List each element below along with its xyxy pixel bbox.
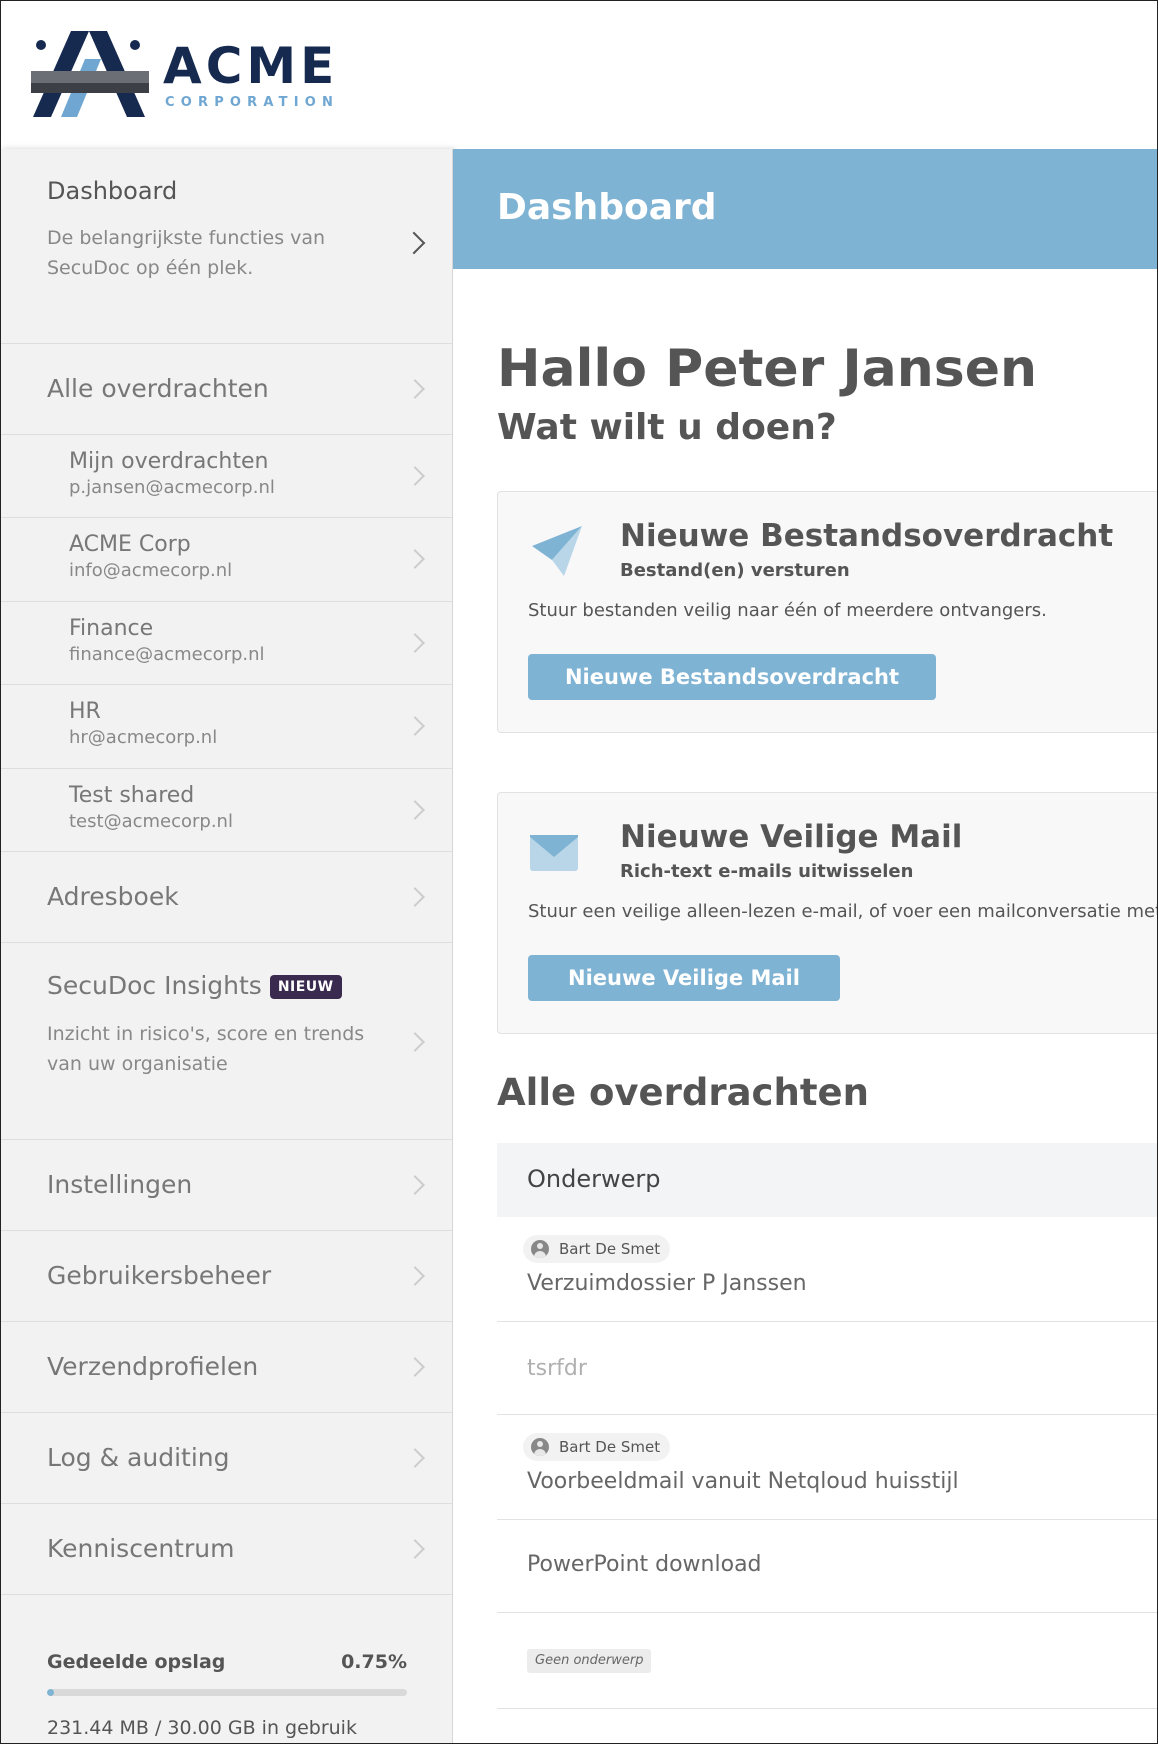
sidebar-item-description: De belangrijkste functies van SecuDoc op… [47,227,326,279]
sidebar-item-mailbox[interactable]: ACME Corp info@acmecorp.nl [1,518,452,602]
mailbox-email: test@acmecorp.nl [69,811,233,832]
avatar-icon [531,1240,549,1258]
sender-chip: Bart De Smet [523,1235,671,1263]
mailbox-name: ACME Corp [69,532,191,557]
sidebar-item-label: Kenniscentrum [47,1534,235,1563]
column-header-subject[interactable]: Onderwerp [527,1165,660,1193]
sidebar-item-label: Gebruikersbeheer [47,1261,272,1290]
sidebar-item-dashboard[interactable]: Dashboard De belangrijkste functies van … [1,149,452,344]
card-title: Nieuwe Bestandsoverdracht [620,518,1114,554]
acme-logo[interactable]: ACME CORPORATION [31,29,341,121]
chevron-right-icon [405,1539,425,1559]
envelope-icon [530,835,578,871]
chevron-right-icon [405,1266,425,1286]
sidebar-item-description: Inzicht in risico's, score en trends van… [47,1023,365,1075]
sidebar-item-mailbox[interactable]: Mijn overdrachten p.jansen@acmecorp.nl [1,435,452,518]
card-description: Stuur bestanden veilig naar één of meerd… [528,600,1047,621]
row-subject: Verzuimdossier P Janssen [527,1271,807,1296]
page-banner: Dashboard [453,149,1157,269]
card-description: Stuur een veilige alleen-lezen e-mail, o… [528,901,1158,922]
sidebar-item-knowledge-center[interactable]: Kenniscentrum [1,1504,452,1595]
chevron-right-icon [405,1032,425,1052]
page-title: Dashboard [497,187,717,228]
mailbox-email: info@acmecorp.nl [69,560,233,581]
mailbox-name: Mijn overdrachten [69,449,269,474]
chevron-right-icon [405,549,425,569]
paper-plane-icon [532,526,582,576]
chevron-right-icon [402,231,426,255]
mailbox-name: Finance [69,616,154,641]
no-subject-badge: Geen onderwerp [527,1649,652,1673]
sidebar-item-mailbox[interactable]: Finance finance@acmecorp.nl [1,602,452,685]
sidebar-item-user-management[interactable]: Gebruikersbeheer [1,1231,452,1322]
logo-tagline: CORPORATION [165,95,340,110]
mailbox-name: HR [69,699,101,724]
new-badge: NIEUW [269,975,342,999]
transfers-heading: Alle overdrachten [497,1071,869,1114]
sidebar-item-all-transfers[interactable]: Alle overdrachten [1,344,452,435]
sidebar-item-send-profiles[interactable]: Verzendprofielen [1,1322,452,1413]
sender-name: Bart De Smet [559,1240,661,1258]
mailbox-email: hr@acmecorp.nl [69,727,218,748]
sidebar-item-label: Adresboek [47,882,179,911]
sidebar-item-label: Log & auditing [47,1443,230,1472]
card-new-file-transfer: Nieuwe Bestandsoverdracht Bestand(en) ve… [497,491,1157,733]
chevron-right-icon [405,1357,425,1377]
chevron-right-icon [405,1448,425,1468]
table-row[interactable]: Bart De Smet Verzuimdossier P Janssen [497,1217,1157,1322]
table-row[interactable]: tsrfdr [497,1322,1157,1415]
chevron-right-icon [405,887,425,907]
chevron-right-icon [405,466,425,486]
sidebar-item-label: Alle overdrachten [47,374,269,403]
new-file-transfer-button[interactable]: Nieuwe Bestandsoverdracht [528,654,936,700]
sidebar-item-mailbox[interactable]: Test shared test@acmecorp.nl [1,769,452,852]
row-subject: tsrfdr [527,1356,587,1381]
acme-logo-mark-icon [31,31,149,117]
main-content: Dashboard Hallo Peter Jansen Wat wilt u … [453,149,1158,1743]
storage-label: Gedeelde opslag [47,1651,226,1673]
greeting: Hallo Peter Jansen [497,339,1038,399]
logo-wordmark: ACME [163,37,339,95]
sidebar-item-mailbox[interactable]: HR hr@acmecorp.nl [1,685,452,769]
table-row[interactable]: Geen onderwerp [497,1613,1157,1709]
card-new-secure-mail: Nieuwe Veilige Mail Rich-text e-mails ui… [497,792,1158,1034]
table-row[interactable]: Bart De Smet Voorbeeldmail vanuit Netqlo… [497,1415,1157,1520]
sidebar-item-settings[interactable]: Instellingen [1,1140,452,1231]
card-title: Nieuwe Veilige Mail [620,819,963,855]
storage-percent: 0.75% [341,1651,407,1673]
sidebar-item-label: Dashboard [47,177,178,205]
chevron-right-icon [405,716,425,736]
sidebar-item-label: Instellingen [47,1170,193,1199]
sidebar-item-label: Verzendprofielen [47,1352,259,1381]
avatar-icon [531,1438,549,1456]
new-secure-mail-button[interactable]: Nieuwe Veilige Mail [528,955,840,1001]
insights-title: SecuDoc Insights [47,971,262,1000]
sidebar-item-label: SecuDoc Insights NIEUW [47,971,342,1000]
table-header: Onderwerp [497,1143,1157,1217]
chevron-right-icon [405,633,425,653]
card-subtitle: Rich-text e-mails uitwisselen [620,861,914,882]
card-subtitle: Bestand(en) versturen [620,560,850,581]
row-subject: PowerPoint download [527,1552,762,1577]
sender-chip: Bart De Smet [523,1433,671,1461]
sidebar-item-insights[interactable]: SecuDoc Insights NIEUW Inzicht in risico'… [1,943,452,1140]
row-subject: Voorbeeldmail vanuit Netqloud huisstijl [527,1469,959,1494]
app-window: ACME CORPORATION Dashboard De belangrijk… [0,0,1158,1744]
sidebar-item-address-book[interactable]: Adresboek [1,852,452,943]
storage-progress-bar [47,1689,407,1696]
storage-progress-fill [47,1689,55,1696]
table-row[interactable]: PowerPoint download [497,1520,1157,1613]
chevron-right-icon [405,800,425,820]
chevron-right-icon [405,1175,425,1195]
sidebar: Dashboard De belangrijkste functies van … [1,149,453,1743]
sender-name: Bart De Smet [559,1438,661,1456]
chevron-right-icon [405,379,425,399]
prompt-heading: Wat wilt u doen? [497,407,837,448]
sidebar-item-log-auditing[interactable]: Log & auditing [1,1413,452,1504]
mailbox-name: Test shared [69,783,195,808]
mailbox-email: finance@acmecorp.nl [69,644,265,665]
mailbox-email: p.jansen@acmecorp.nl [69,477,275,498]
header: ACME CORPORATION [1,1,1157,149]
storage-usage: 231.44 MB / 30.00 GB in gebruik [47,1717,357,1739]
